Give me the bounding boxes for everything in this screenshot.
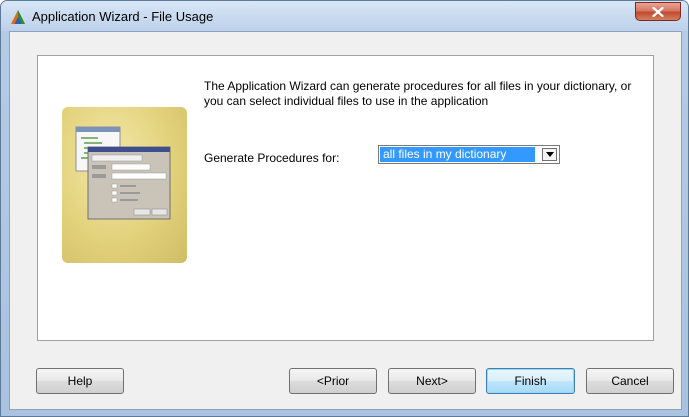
next-button[interactable]: Next>	[388, 368, 476, 394]
finish-button[interactable]: Finish	[486, 368, 575, 394]
dropdown-button[interactable]	[542, 148, 557, 161]
wizard-window: Application Wizard - File Usage The Appl…	[0, 0, 689, 417]
chevron-down-icon	[546, 152, 554, 157]
generate-procedures-label: Generate Procedures for:	[204, 151, 340, 165]
generate-procedures-selected: all files in my dictionary	[380, 147, 535, 162]
help-button[interactable]: Help	[36, 368, 124, 394]
window-title: Application Wizard - File Usage	[32, 9, 214, 24]
close-button[interactable]	[635, 2, 681, 21]
cancel-button[interactable]: Cancel	[586, 368, 674, 394]
close-icon	[652, 7, 664, 17]
dialog-client-area: The Application Wizard can generate proc…	[9, 31, 682, 410]
description-text: The Application Wizard can generate proc…	[204, 79, 632, 108]
generate-procedures-select[interactable]: all files in my dictionary	[378, 145, 560, 164]
prior-button[interactable]: <Prior	[289, 368, 377, 394]
app-icon	[11, 10, 25, 24]
wizard-illustration	[62, 107, 187, 263]
content-panel: The Application Wizard can generate proc…	[37, 55, 654, 341]
title-bar[interactable]: Application Wizard - File Usage	[1, 1, 688, 31]
